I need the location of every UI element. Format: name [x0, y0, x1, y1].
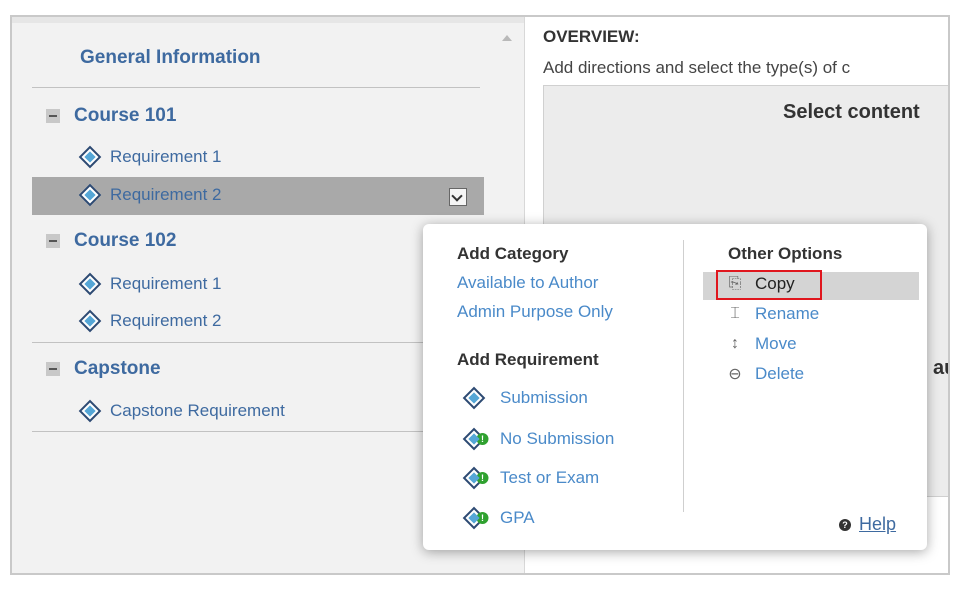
help-question-icon: ? — [839, 518, 851, 531]
requirement-label: Requirement 2 — [110, 311, 222, 330]
partial-text: au — [933, 357, 948, 379]
requirement-label: Requirement 1 — [110, 274, 222, 293]
divider — [32, 87, 480, 88]
available-to-author-link[interactable]: Available to Author — [457, 273, 598, 293]
rename-icon: ⌶ — [730, 305, 740, 322]
requirement-label: Requirement 1 — [110, 147, 222, 166]
requirement-item[interactable]: Requirement 1 — [78, 272, 222, 296]
requirement-item[interactable]: Requirement 1 — [78, 145, 222, 169]
delete-icon: ⊖ — [728, 366, 742, 383]
column-divider — [683, 240, 684, 512]
requirement-diamond-icon — [78, 183, 102, 207]
requirement-item[interactable]: Capstone Requirement — [78, 399, 285, 423]
requirement-item-selected[interactable]: Requirement 2 — [78, 183, 222, 207]
test-or-exam-label: Test or Exam — [500, 468, 600, 487]
overview-title: OVERVIEW: — [543, 27, 640, 46]
category-course-101[interactable]: Course 101 — [46, 105, 176, 127]
delete-option[interactable]: ⊖ Delete — [725, 364, 804, 384]
scroll-up-arrow-icon[interactable] — [502, 35, 512, 41]
select-content-heading: Select content — [783, 101, 920, 123]
requirement-diamond-icon — [78, 272, 102, 296]
gpa-label: GPA — [500, 508, 535, 527]
collapse-minus-icon[interactable] — [46, 234, 60, 248]
collapse-minus-icon[interactable] — [46, 109, 60, 123]
requirement-label: Capstone Requirement — [110, 401, 285, 420]
requirement-diamond-icon — [78, 399, 102, 423]
requirement-alert-diamond-icon: ! — [462, 466, 489, 490]
move-option[interactable]: ↕ Move — [725, 334, 797, 354]
no-submission-label: No Submission — [500, 429, 615, 448]
delete-label: Delete — [755, 364, 805, 383]
general-information-link[interactable]: General Information — [80, 47, 261, 69]
category-capstone[interactable]: Capstone — [46, 358, 161, 380]
requirement-alert-diamond-icon: ! — [462, 506, 489, 530]
no-submission-link[interactable]: ! No Submission — [462, 427, 615, 451]
context-menu: Add Category Available to Author Admin P… — [423, 224, 927, 550]
move-label: Move — [755, 334, 797, 353]
help-label: Help — [859, 514, 897, 534]
copy-icon: ⎘ — [728, 275, 742, 292]
category-label: Course 101 — [74, 105, 177, 126]
divider — [32, 342, 480, 343]
test-or-exam-link[interactable]: ! Test or Exam — [462, 466, 600, 490]
rename-label: Rename — [755, 304, 820, 323]
collapse-minus-icon[interactable] — [46, 362, 60, 376]
requirement-label: Requirement 2 — [110, 185, 222, 204]
add-requirement-heading: Add Requirement — [457, 350, 599, 369]
admin-purpose-only-link[interactable]: Admin Purpose Only — [457, 302, 613, 322]
move-icon: ↕ — [731, 335, 739, 352]
copy-option[interactable]: ⎘ Copy — [725, 274, 795, 294]
divider — [32, 431, 480, 432]
requirement-alert-diamond-icon: ! — [462, 427, 489, 451]
row-dropdown-chevron-icon[interactable] — [449, 188, 467, 206]
help-link[interactable]: ? Help — [839, 514, 896, 535]
submission-link[interactable]: Submission — [462, 386, 588, 410]
category-label: Capstone — [74, 358, 161, 379]
add-category-heading: Add Category — [457, 244, 569, 263]
copy-label: Copy — [755, 274, 795, 293]
other-options-heading: Other Options — [728, 244, 843, 263]
requirement-diamond-icon — [462, 386, 486, 410]
submission-label: Submission — [500, 388, 588, 407]
rename-option[interactable]: ⌶ Rename — [725, 304, 819, 324]
category-label: Course 102 — [74, 230, 177, 251]
requirement-diamond-icon — [78, 145, 102, 169]
requirement-diamond-icon — [78, 309, 102, 333]
requirement-item[interactable]: Requirement 2 — [78, 309, 222, 333]
overview-description: Add directions and select the type(s) of… — [543, 58, 851, 77]
category-course-102[interactable]: Course 102 — [46, 230, 176, 252]
top-strip — [12, 17, 524, 23]
gpa-link[interactable]: ! GPA — [462, 506, 535, 530]
